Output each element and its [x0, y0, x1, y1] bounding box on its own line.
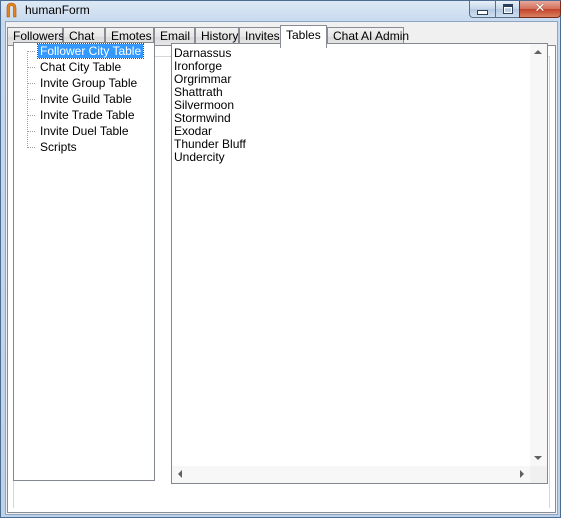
minimize-icon [477, 10, 488, 15]
tree-item-label: Invite Guild Table [40, 92, 132, 106]
scrollbar-corner [530, 466, 547, 483]
tree-item-invite-guild-table[interactable]: Invite Guild Table [28, 92, 134, 106]
tab-label: Tables [286, 28, 321, 42]
tree-item-invite-group-table[interactable]: Invite Group Table [28, 76, 139, 90]
app-logo-icon [6, 2, 17, 18]
vertical-scrollbar[interactable] [530, 44, 547, 466]
horizontal-scrollbar[interactable] [172, 466, 530, 483]
tree-item-invite-duel-table[interactable]: Invite Duel Table [28, 124, 131, 138]
list-item[interactable]: Undercity [174, 151, 246, 164]
tree-item-invite-trade-table[interactable]: Invite Trade Table [28, 108, 137, 122]
window-title: humanForm [25, 3, 90, 17]
table-values-list[interactable]: Darnassus Ironforge Orgrimmar Shattrath … [171, 43, 548, 484]
minimize-button[interactable] [469, 1, 496, 18]
tab-label: Emotes [111, 29, 152, 43]
title-bar[interactable]: humanForm ✕ [1, 1, 561, 21]
maximize-icon [502, 4, 513, 14]
tab-label: Invites [245, 29, 280, 43]
tab-label: History [201, 29, 239, 43]
tree-item-chat-city-table[interactable]: Chat City Table [28, 60, 123, 74]
close-button[interactable]: ✕ [519, 1, 561, 18]
tab-label: Email [160, 29, 191, 43]
scroll-up-arrow-icon[interactable] [534, 50, 542, 54]
tab-tables[interactable]: Tables [280, 25, 327, 48]
tab-label: Followers [13, 29, 65, 43]
maximize-button[interactable] [495, 1, 520, 18]
tree-item-label: Follower City Table [36, 43, 145, 59]
tree-item-scripts[interactable]: Scripts [28, 140, 79, 154]
tree-item-follower-city-table[interactable]: Follower City Table [28, 43, 145, 59]
scroll-down-arrow-icon[interactable] [534, 456, 542, 460]
list-items: Darnassus Ironforge Orgrimmar Shattrath … [174, 47, 246, 164]
scroll-right-arrow-icon[interactable] [520, 470, 524, 478]
tree-item-label: Invite Group Table [40, 76, 138, 90]
tab-label: Chat AI Admin [333, 29, 410, 43]
tree-item-label: Invite Duel Table [40, 124, 129, 138]
close-icon: ✕ [534, 1, 546, 16]
table-tree-view[interactable]: Follower City Table Chat City Table Invi… [13, 42, 155, 481]
tab-label: Chat [69, 29, 95, 43]
scroll-left-arrow-icon[interactable] [178, 470, 182, 478]
tree-item-label: Scripts [40, 140, 77, 154]
tree-item-label: Invite Trade Table [40, 108, 135, 122]
tree-item-label: Chat City Table [40, 60, 122, 74]
window-frame: humanForm ✕ Followers Chat Emotes Email … [0, 0, 561, 518]
